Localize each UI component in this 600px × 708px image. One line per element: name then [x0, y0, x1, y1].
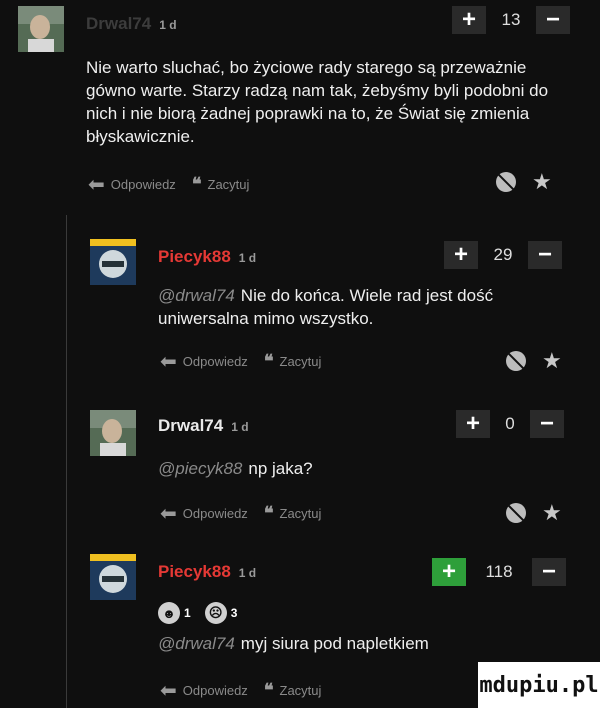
upvote-button[interactable]: +	[432, 558, 466, 586]
vote-count: 118	[485, 562, 513, 581]
comment-tools: ★	[506, 350, 562, 372]
reaction-count: 3	[230, 606, 238, 620]
comment-3: Drwal74 1 d + 0 − @piecyk88 np jaka? ⬅ Odp…	[0, 400, 600, 535]
reply-icon[interactable]: ⬅	[160, 678, 177, 703]
comment-1: Drwal74 1 d + 13 − Nie warto sluchać, bo …	[0, 0, 600, 205]
quote-link[interactable]: Zacytuj	[280, 354, 322, 369]
comment-time: 1 d	[238, 566, 257, 580]
avatar[interactable]	[90, 410, 136, 456]
author-name[interactable]: Drwal74 1 d	[86, 14, 177, 34]
reaction-face-icon[interactable]: ☻	[158, 602, 180, 624]
vote-count: 29	[493, 245, 513, 264]
mention-link[interactable]: @piecyk88	[158, 459, 242, 478]
vote-count: 13	[501, 10, 521, 29]
upvote-button[interactable]: +	[444, 241, 478, 269]
avatar-image	[90, 239, 136, 285]
upvote-button[interactable]: +	[452, 6, 486, 34]
quote-icon[interactable]: ❝	[264, 351, 274, 372]
author-name[interactable]: Piecyk88 1 d	[158, 247, 256, 267]
quote-link[interactable]: Zacytuj	[280, 506, 322, 521]
hide-icon[interactable]	[496, 172, 516, 192]
author-name[interactable]: Piecyk88 1 d	[158, 562, 256, 582]
reply-icon[interactable]: ⬅	[88, 172, 105, 197]
reply-icon[interactable]: ⬅	[160, 501, 177, 526]
reply-link[interactable]: Odpowiedz	[183, 506, 248, 521]
quote-icon[interactable]: ❝	[264, 680, 274, 701]
reply-link[interactable]: Odpowiedz	[111, 177, 176, 192]
quote-icon[interactable]: ❝	[192, 174, 202, 195]
avatar[interactable]	[18, 6, 64, 52]
author-name[interactable]: Drwal74 1 d	[158, 416, 249, 436]
avatar-image	[90, 410, 136, 456]
comment-text: @drwal74 Nie do końca. Wiele rad jest doś…	[158, 286, 494, 328]
avatar[interactable]	[90, 239, 136, 285]
star-icon[interactable]: ★	[532, 171, 552, 193]
comment-actions: ⬅ Odpowiedz ❝ Zacytuj	[160, 349, 321, 374]
vote-box: + 0 −	[456, 410, 564, 438]
comment-actions: ⬅ Odpowiedz ❝ Zacytuj	[160, 678, 321, 703]
mention-link[interactable]: @drwal74	[158, 286, 235, 305]
reactions: ☻ 1 ☹ 3	[158, 602, 237, 624]
star-icon[interactable]: ★	[542, 350, 562, 372]
reply-link[interactable]: Odpowiedz	[183, 683, 248, 698]
comment-time: 1 d	[159, 18, 177, 32]
hide-icon[interactable]	[506, 351, 526, 371]
comment-time: 1 d	[238, 251, 257, 265]
comment-text: @piecyk88 np jaka?	[158, 459, 313, 478]
reaction-count: 1	[184, 606, 191, 620]
comment-tools: ★	[506, 502, 562, 524]
avatar[interactable]	[90, 554, 136, 600]
vote-box: + 29 −	[444, 241, 562, 269]
upvote-button[interactable]: +	[456, 410, 490, 438]
vote-box: + 13 −	[452, 6, 570, 34]
watermark-logo: mdupiu.pl	[478, 662, 600, 708]
comment-tools: ★	[496, 171, 552, 193]
avatar-image	[90, 554, 136, 600]
vote-box: + 118 −	[432, 558, 566, 586]
vote-count: 0	[505, 414, 515, 433]
quote-icon[interactable]: ❝	[264, 503, 274, 524]
downvote-button[interactable]: −	[530, 410, 564, 438]
downvote-button[interactable]: −	[528, 241, 562, 269]
star-icon[interactable]: ★	[542, 502, 562, 524]
comment-time: 1 d	[231, 420, 249, 434]
reaction-dislike-icon[interactable]: ☹	[204, 602, 227, 624]
comment-text: Nie warto sluchać, bo życiowe rady stare…	[86, 58, 549, 146]
reply-link[interactable]: Odpowiedz	[183, 354, 248, 369]
quote-link[interactable]: Zacytuj	[280, 683, 322, 698]
avatar-image	[18, 6, 64, 52]
reply-icon[interactable]: ⬅	[160, 349, 177, 374]
comment-actions: ⬅ Odpowiedz ❝ Zacytuj	[88, 172, 249, 197]
comment-text: @drwal74 myj siura pod napletkiem	[158, 634, 429, 653]
mention-link[interactable]: @drwal74	[158, 634, 235, 653]
comment-2: Piecyk88 1 d + 29 − @drwal74 Nie do końca.…	[0, 225, 600, 385]
quote-link[interactable]: Zacytuj	[208, 177, 250, 192]
downvote-button[interactable]: −	[536, 6, 570, 34]
downvote-button[interactable]: −	[532, 558, 566, 586]
hide-icon[interactable]	[506, 503, 526, 523]
comment-actions: ⬅ Odpowiedz ❝ Zacytuj	[160, 501, 321, 526]
